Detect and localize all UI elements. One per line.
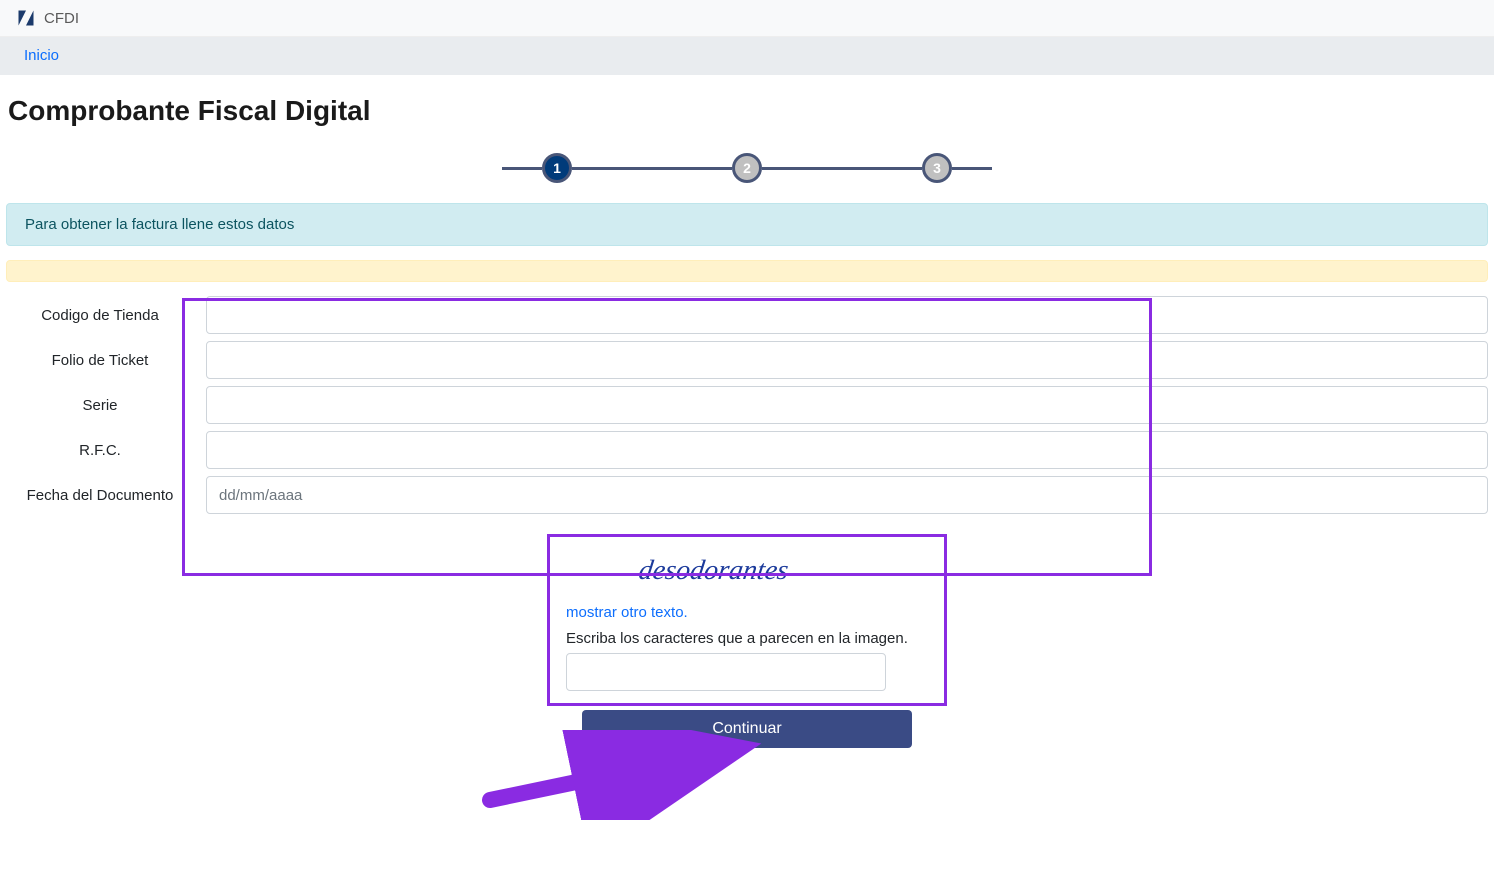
input-codigo-tienda[interactable] bbox=[206, 296, 1488, 334]
input-fecha-documento[interactable] bbox=[206, 476, 1488, 514]
row-folio-ticket: Folio de Ticket bbox=[6, 341, 1488, 379]
label-serie: Serie bbox=[6, 397, 206, 414]
captcha-image: desodorantes bbox=[566, 549, 928, 594]
input-serie[interactable] bbox=[206, 386, 1488, 424]
label-codigo-tienda: Codigo de Tienda bbox=[6, 307, 206, 324]
continue-button[interactable]: Continuar bbox=[582, 710, 912, 748]
step-line bbox=[952, 167, 992, 170]
captcha-input[interactable] bbox=[566, 653, 886, 691]
step-line bbox=[762, 167, 922, 170]
brand-text: CFDI bbox=[44, 10, 79, 27]
progress-stepper: 1 2 3 bbox=[0, 153, 1494, 183]
step-line bbox=[572, 167, 732, 170]
label-folio-ticket: Folio de Ticket bbox=[6, 352, 206, 369]
step-line bbox=[502, 167, 542, 170]
captcha-box: desodorantes mostrar otro texto. Escriba… bbox=[547, 534, 947, 706]
row-serie: Serie bbox=[6, 386, 1488, 424]
step-1: 1 bbox=[542, 153, 572, 183]
row-fecha-documento: Fecha del Documento bbox=[6, 476, 1488, 514]
label-rfc: R.F.C. bbox=[6, 442, 206, 459]
row-codigo-tienda: Codigo de Tienda bbox=[6, 296, 1488, 334]
navbar: Inicio bbox=[0, 37, 1494, 75]
step-2: 2 bbox=[732, 153, 762, 183]
alert-info: Para obtener la factura llene estos dato… bbox=[6, 203, 1488, 246]
step-3: 3 bbox=[922, 153, 952, 183]
form-section: Codigo de Tienda Folio de Ticket Serie R… bbox=[6, 296, 1488, 514]
alert-warning bbox=[6, 260, 1488, 282]
row-rfc: R.F.C. bbox=[6, 431, 1488, 469]
captcha-label: Escriba los caracteres que a parecen en … bbox=[566, 630, 928, 647]
captcha-refresh-link[interactable]: mostrar otro texto. bbox=[566, 604, 688, 621]
nav-home-link[interactable]: Inicio bbox=[24, 47, 59, 64]
label-fecha-documento: Fecha del Documento bbox=[6, 487, 206, 504]
logo-icon bbox=[16, 8, 36, 28]
input-folio-ticket[interactable] bbox=[206, 341, 1488, 379]
topbar: CFDI bbox=[0, 0, 1494, 37]
input-rfc[interactable] bbox=[206, 431, 1488, 469]
captcha-text: desodorantes bbox=[637, 555, 790, 586]
page-title: Comprobante Fiscal Digital bbox=[0, 75, 1494, 143]
